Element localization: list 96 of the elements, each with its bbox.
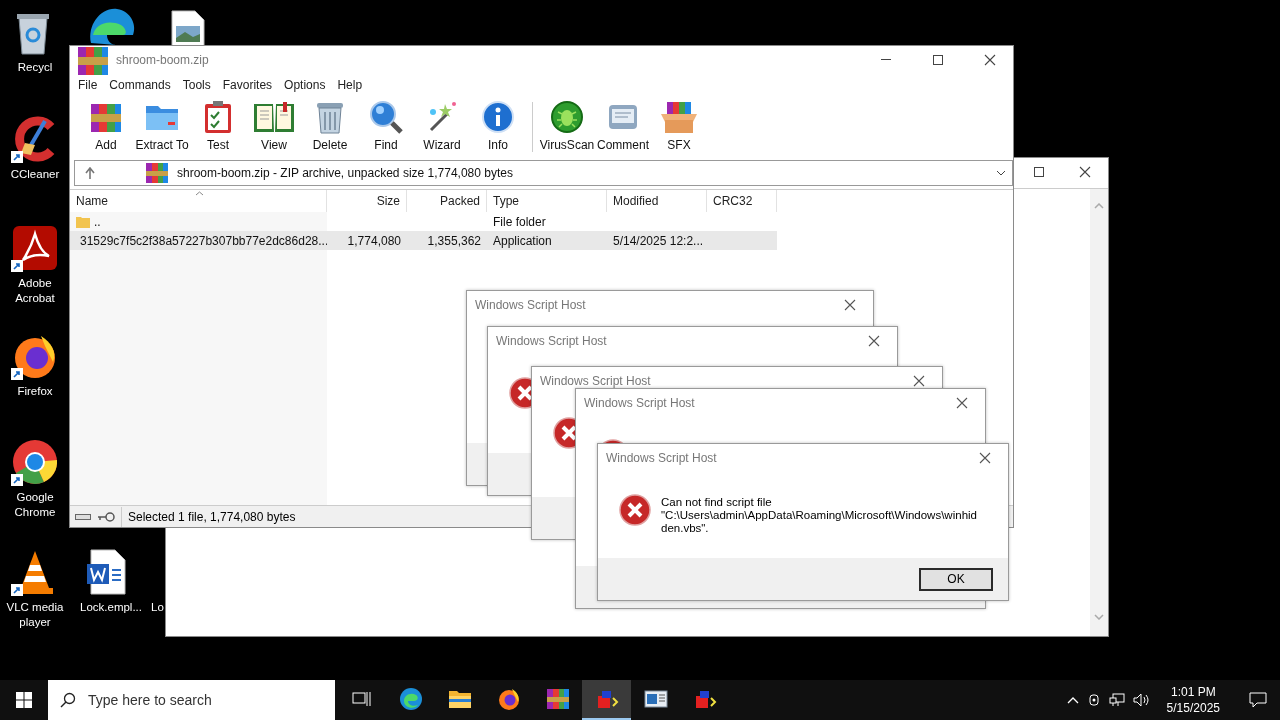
notification-icon[interactable]	[1249, 692, 1267, 708]
shortcut-arrow-icon	[11, 474, 23, 486]
toolbar-button[interactable]: Comment	[595, 100, 651, 152]
device-icon[interactable]	[1086, 693, 1101, 707]
maximize-icon[interactable]	[933, 55, 943, 65]
toolbar-button[interactable]: Delete	[302, 100, 358, 152]
dialog-title: Windows Script Host	[606, 451, 718, 465]
toolbar-button[interactable]: View	[246, 100, 302, 152]
error-icon	[619, 494, 651, 526]
info-icon	[481, 100, 515, 134]
search-field[interactable]: Type here to search	[86, 691, 306, 709]
search-bar[interactable]: Type here to search	[48, 680, 335, 720]
desktop-icon-label[interactable]: CCleaner	[10, 167, 60, 182]
address-bar[interactable]: shroom-boom.zip - ZIP archive, unpacked size 1,774,080 bytes	[74, 160, 1013, 186]
menu-item[interactable]: Options	[278, 78, 332, 92]
window-title: shroom-boom.zip	[116, 53, 210, 67]
shortcut-arrow-icon	[11, 260, 23, 272]
dropdown-caret-icon[interactable]	[996, 170, 1006, 176]
menu-item[interactable]: File	[72, 78, 104, 92]
browser-icon	[398, 687, 423, 711]
desktop-icon-label[interactable]: Adobe Acrobat	[1, 276, 69, 306]
toolbar-button[interactable]: SFX	[651, 100, 707, 152]
dialog-title: Windows Script Host	[496, 334, 608, 348]
chrome-icon	[11, 438, 59, 486]
browser-icon	[496, 687, 521, 711]
trash-icon	[315, 100, 345, 134]
archive-icon	[76, 46, 110, 77]
dialog-title: Windows Script Host	[584, 396, 696, 410]
clock[interactable]: 1:01 PM 5/15/2025	[1158, 684, 1228, 716]
toolbar-button[interactable]: Wizard	[414, 100, 470, 152]
desktop-icon-label[interactable]: Lock.empl...	[80, 600, 142, 615]
desktop-icon-label[interactable]: Recycl	[17, 60, 53, 75]
chevron-up-icon[interactable]	[1066, 696, 1079, 704]
toolbar-button[interactable]: Info	[470, 100, 526, 152]
dialog-title: Windows Script Host	[540, 374, 652, 388]
desktop-icon-label[interactable]: Firefox	[17, 384, 53, 399]
document-icon	[87, 548, 127, 596]
desktop-icon-label[interactable]: Lo	[151, 600, 164, 615]
close-icon[interactable]	[868, 335, 880, 347]
close-icon[interactable]	[1079, 166, 1091, 178]
key-icon	[97, 511, 115, 522]
menu-item[interactable]: Tools	[176, 78, 217, 92]
toolbar-button[interactable]: Find	[358, 100, 414, 152]
column-header[interactable]: Name	[70, 190, 327, 212]
magnifier-icon	[369, 100, 403, 134]
box-icon	[659, 100, 699, 134]
folder-icon	[447, 688, 472, 710]
window-icon	[643, 689, 668, 709]
toolbar-button[interactable]: Test	[190, 100, 246, 152]
toolbar-button[interactable]: Extract To	[134, 100, 190, 152]
search-icon	[60, 692, 76, 708]
close-icon[interactable]	[956, 397, 968, 409]
book-icon	[253, 100, 295, 134]
up-arrow-icon[interactable]	[85, 167, 95, 179]
taskbar-app[interactable]	[582, 680, 631, 720]
task-view-icon	[351, 690, 372, 708]
close-icon[interactable]	[984, 54, 996, 66]
menu-item[interactable]: Favorites	[216, 78, 279, 92]
shortcut-arrow-icon	[11, 368, 23, 380]
close-icon[interactable]	[913, 375, 925, 387]
windows-logo-icon	[16, 692, 32, 708]
archive-icon	[545, 687, 570, 711]
table-cell: 1,774,080	[347, 233, 401, 248]
shortcut-arrow-icon	[11, 151, 23, 163]
file-row[interactable]: .. File folder	[70, 212, 777, 231]
table-cell: 31529c7f5c2f38a57227b307bb77e2dc86d28...	[80, 233, 327, 248]
desktop-icon-label[interactable]: Google Chrome	[1, 490, 69, 520]
file-row[interactable]: 31529c7f5c2f38a57227b307bb77e2dc86d28... 1,774,080 1,355,362 Application 5/14/2025 12:2...	[70, 231, 777, 250]
clipboard-icon	[203, 100, 233, 134]
maximize-icon[interactable]	[1034, 167, 1044, 177]
sort-caret-icon	[195, 191, 204, 196]
ok-button[interactable]: OK	[919, 567, 993, 591]
table-cell: File folder	[493, 214, 546, 229]
dialog-title: Windows Script Host	[475, 298, 587, 312]
table-cell: ..	[94, 214, 101, 229]
archive-icon	[145, 161, 169, 185]
status-text: Selected 1 file, 1,774,080 bytes	[128, 509, 296, 524]
drive-icon	[75, 512, 91, 521]
close-icon[interactable]	[979, 452, 991, 464]
table-cell: Application	[493, 233, 552, 248]
menu-item[interactable]: Commands	[103, 78, 177, 92]
desktop-icon-label[interactable]: VLC media player	[1, 600, 69, 630]
error-message: Can not find script file "C:\Users\admin\AppData\Roaming\Microsoft\Windows\winhidden.vbs".	[661, 495, 977, 535]
volume-icon[interactable]	[1132, 693, 1151, 707]
minimize-icon[interactable]	[881, 59, 891, 61]
folder-icon	[76, 215, 90, 228]
menu-item[interactable]: Help	[331, 78, 369, 92]
toolbar-button[interactable]: Add	[78, 100, 134, 152]
bug-icon	[550, 100, 584, 134]
table-cell: 1,355,362	[427, 233, 481, 248]
shortcut-arrow-icon	[11, 584, 23, 596]
acrobat-icon	[11, 224, 59, 272]
table-cell: 5/14/2025 12:2...	[613, 233, 704, 248]
close-icon[interactable]	[844, 299, 856, 311]
toolbar-button[interactable]: VirusScan	[539, 100, 595, 152]
network-icon[interactable]	[1108, 693, 1125, 707]
